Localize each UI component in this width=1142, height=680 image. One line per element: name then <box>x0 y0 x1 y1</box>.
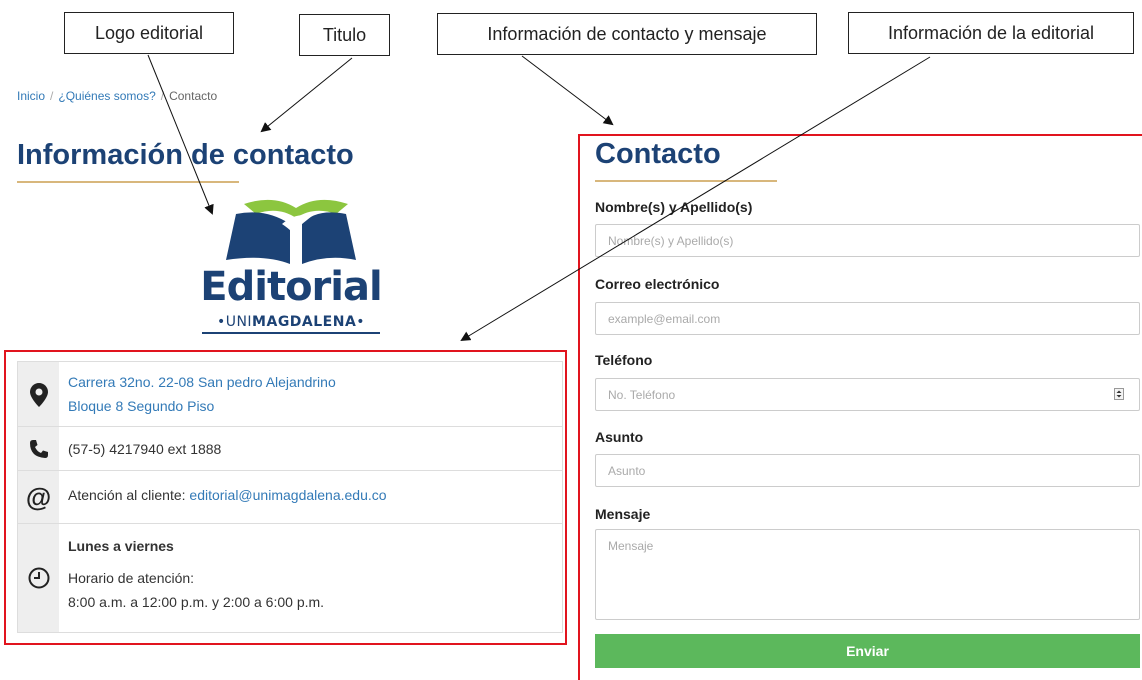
hours-times: 8:00 a.m. a 12:00 p.m. y 2:00 a 6:00 p.m… <box>68 594 325 610</box>
hours-days: Lunes a viernes <box>68 538 174 554</box>
breadcrumb: Inicio / ¿Quiénes somos? / Contacto <box>17 89 217 103</box>
annotation-title: Titulo <box>299 14 390 56</box>
address-row: Carrera 32no. 22-08 San pedro Alejandrin… <box>18 362 562 427</box>
email-text: Atención al cliente: editorial@unimagdal… <box>68 483 387 507</box>
logo-sub-post: • <box>356 314 366 330</box>
phone-label: Teléfono <box>595 352 653 368</box>
email-row: @ Atención al cliente: editorial@unimagd… <box>18 471 562 524</box>
message-textarea[interactable] <box>595 529 1140 620</box>
annotation-editorial-info: Información de la editorial <box>848 12 1134 54</box>
form-title: Contacto <box>595 138 721 170</box>
logo-underline <box>202 332 380 334</box>
at-sign-icon: @ <box>25 482 52 512</box>
page-title: Información de contacto <box>17 139 354 171</box>
email-label: Correo electrónico <box>595 276 720 292</box>
hours-row: Lunes a viernes Horario de atención: 8:0… <box>18 524 562 632</box>
annotation-title-text: Titulo <box>322 24 367 45</box>
arrow-contact-form <box>521 55 614 126</box>
arrow-title <box>260 57 353 133</box>
form-title-underline <box>595 180 777 182</box>
logo-wordmark: Editorial <box>200 264 382 310</box>
annotation-editorial-info-text: Información de la editorial <box>887 22 1095 43</box>
phone-row: (57-5) 4217940 ext 1888 <box>18 427 562 471</box>
email-link[interactable]: editorial@unimagdalena.edu.co <box>189 487 386 503</box>
editorial-logo: Editorial •UNIMAGDALENA• <box>196 194 386 336</box>
annotation-contact-form: Información de contacto y mensaje <box>437 13 817 55</box>
phone-icon <box>18 427 59 471</box>
address-line-2[interactable]: Bloque 8 Segundo Piso <box>68 398 214 414</box>
breadcrumb-separator: / <box>160 89 165 103</box>
contact-info-panel: Carrera 32no. 22-08 San pedro Alejandrin… <box>17 361 563 633</box>
open-book-bird-logo-icon <box>226 199 356 264</box>
annotation-logo: Logo editorial <box>64 12 234 54</box>
subject-input[interactable] <box>595 454 1140 487</box>
annotation-logo-text: Logo editorial <box>94 22 204 43</box>
email-prefix: Atención al cliente: <box>68 487 190 503</box>
message-label: Mensaje <box>595 506 651 522</box>
breadcrumb-about-link[interactable]: ¿Quiénes somos? <box>58 89 155 103</box>
breadcrumb-separator: / <box>50 89 54 103</box>
address-text: Carrera 32no. 22-08 San pedro Alejandrin… <box>68 370 336 418</box>
spinner-arrows-icon[interactable] <box>1113 387 1125 401</box>
email-input[interactable] <box>595 302 1140 335</box>
subject-label: Asunto <box>595 429 644 445</box>
phone-text: (57-5) 4217940 ext 1888 <box>68 441 222 457</box>
name-label: Nombre(s) y Apellido(s) <box>595 199 753 215</box>
annotation-contact-form-text: Información de contacto y mensaje <box>487 23 767 44</box>
title-underline <box>17 181 239 183</box>
logo-sub-bold: MAGDALENA <box>252 314 357 330</box>
clock-icon <box>18 524 59 632</box>
breadcrumb-home-link[interactable]: Inicio <box>17 89 45 103</box>
submit-button[interactable]: Enviar <box>595 634 1140 668</box>
logo-sub-pre: •UNI <box>216 314 253 330</box>
map-marker-icon <box>18 362 59 427</box>
arrow-logo <box>147 54 214 215</box>
name-input[interactable] <box>595 224 1140 257</box>
address-line-1[interactable]: Carrera 32no. 22-08 San pedro Alejandrin… <box>68 374 336 390</box>
logo-subtitle: •UNIMAGDALENA• <box>196 314 386 330</box>
breadcrumb-current: Contacto <box>169 89 218 103</box>
hours-label: Horario de atención: <box>68 570 195 586</box>
phone-input[interactable] <box>595 378 1140 411</box>
